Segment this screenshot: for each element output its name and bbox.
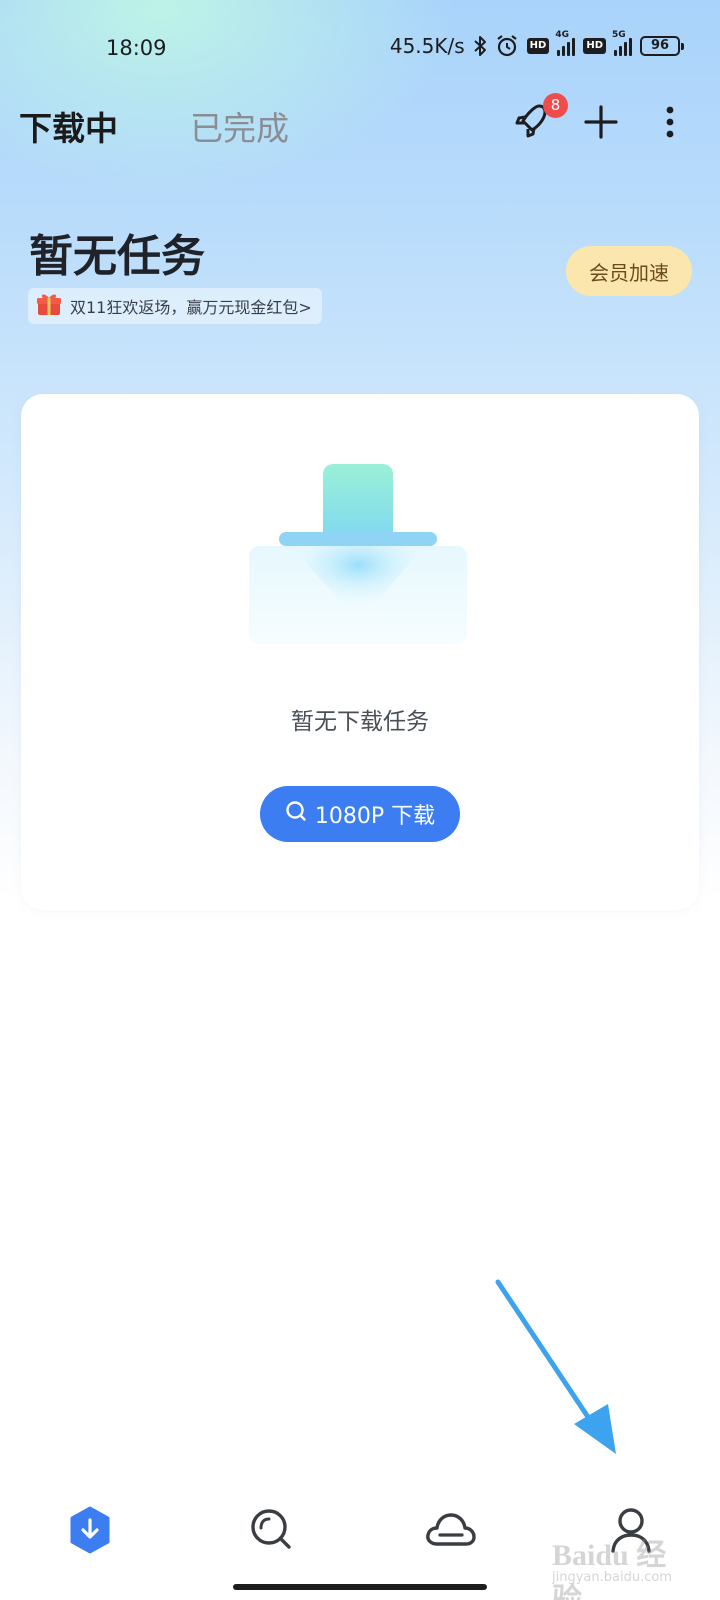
nav-cloud[interactable]	[421, 1502, 481, 1562]
hd-icon: HD	[526, 38, 550, 54]
status-time: 18:09	[106, 36, 167, 60]
empty-download-illustration	[249, 464, 467, 644]
gift-icon	[36, 292, 62, 320]
status-indicators: 45.5K/s HD 4G HD 5G 96	[389, 30, 684, 58]
bluetooth-icon	[473, 35, 487, 57]
hd-icon: HD	[583, 38, 606, 54]
page-title: 暂无任务	[29, 231, 205, 282]
vip-speedup-button[interactable]: 会员加速	[566, 246, 692, 296]
empty-message: 暂无下载任务	[291, 709, 429, 735]
nav-download[interactable]	[60, 1502, 120, 1562]
promo-text: 双11狂欢返场，赢万元现金红包>	[70, 298, 312, 317]
watermark-text: Baidu 经验	[552, 1539, 667, 1600]
signal-icon: 5G	[612, 30, 632, 56]
top-header: 下载中 已完成	[0, 96, 720, 156]
home-indicator[interactable]	[233, 1584, 487, 1590]
network-speed: 45.5K/s	[389, 34, 465, 58]
tab-downloading[interactable]: 下载中	[19, 102, 118, 150]
cloud-icon	[425, 1510, 477, 1554]
search-icon	[249, 1507, 293, 1557]
plus-icon	[584, 105, 618, 143]
download-button-label: 1080P 下载	[314, 804, 436, 829]
more-vertical-icon	[665, 106, 675, 142]
tab-completed[interactable]: 已完成	[190, 102, 289, 150]
promo-banner[interactable]: 双11狂欢返场，赢万元现金红包>	[28, 288, 322, 324]
battery-icon: 96	[640, 36, 684, 56]
empty-state-card: 暂无下载任务 1080P 下载	[21, 394, 699, 910]
notification-badge: 8	[543, 93, 568, 118]
signal-icon: 4G	[555, 30, 576, 56]
more-button[interactable]	[642, 96, 698, 152]
watermark: Baidu 经验 jingyan.baidu.com	[552, 1530, 682, 1600]
status-bar: 18:09 45.5K/s HD 4G HD 5G 96	[0, 30, 720, 70]
download-icon	[68, 1506, 112, 1558]
hd-download-button[interactable]: 1080P 下载	[260, 786, 460, 842]
add-task-button[interactable]	[573, 96, 629, 152]
nav-search[interactable]	[241, 1502, 301, 1562]
alarm-icon	[495, 34, 519, 58]
search-icon	[285, 800, 307, 828]
watermark-sub: jingyan.baidu.com	[552, 1570, 672, 1585]
annotation-arrow	[490, 1278, 630, 1462]
